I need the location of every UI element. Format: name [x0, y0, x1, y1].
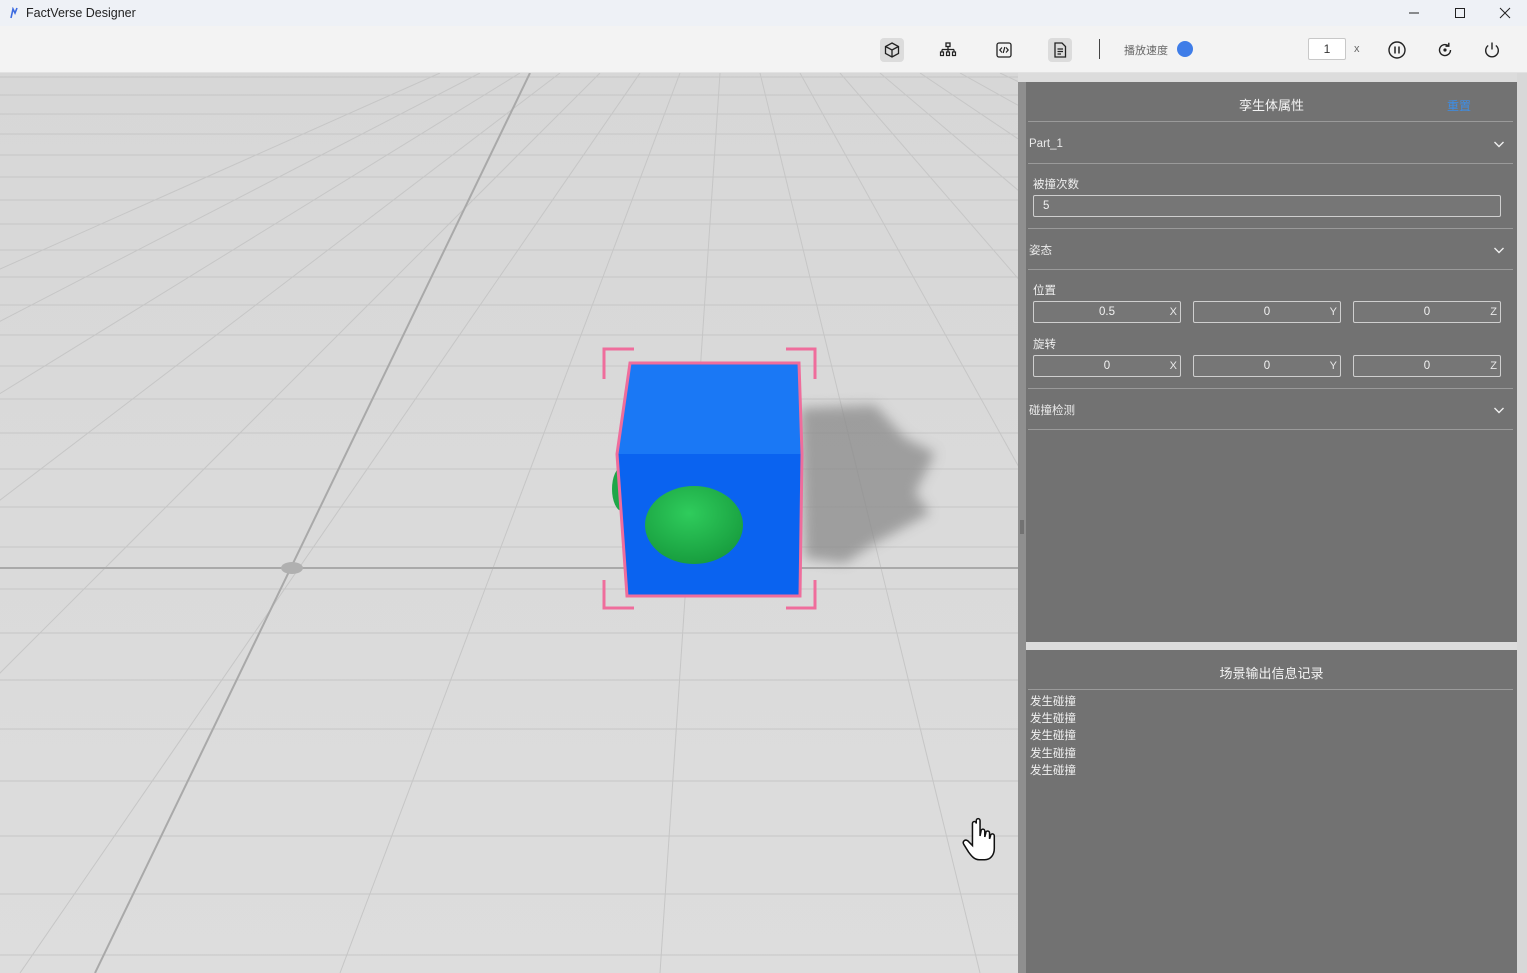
rotation-y-value: 0: [1263, 360, 1271, 372]
position-label: 位置: [1033, 285, 1056, 297]
pose-section-label: 姿态: [1029, 245, 1052, 257]
collision-section-header[interactable]: 碰撞检测: [1029, 391, 1513, 429]
model-view-button[interactable]: [880, 38, 904, 62]
chevron-down-icon: [1494, 141, 1504, 148]
log-entry: 发生碰撞: [1030, 696, 1076, 708]
cube-icon: [884, 42, 900, 58]
restart-button[interactable]: [1433, 38, 1457, 62]
hierarchy-icon: [939, 42, 957, 57]
minimize-icon: [1409, 12, 1419, 14]
minimize-button[interactable]: [1391, 0, 1437, 26]
part-section-header[interactable]: Part_1: [1029, 125, 1513, 163]
log-entry: 发生碰撞: [1030, 765, 1076, 777]
divider: [1028, 689, 1513, 690]
pose-section-header[interactable]: 姿态: [1029, 231, 1513, 269]
window-right-edge: [1517, 73, 1527, 973]
script-button[interactable]: [992, 38, 1016, 62]
grid-origin-marker: [281, 562, 303, 574]
position-y-field[interactable]: 0 Y: [1193, 301, 1341, 323]
divider: [1028, 388, 1513, 389]
title-bar: FactVerse Designer: [0, 0, 1527, 26]
rotation-z-field[interactable]: 0 Z: [1353, 355, 1501, 377]
code-icon: [996, 42, 1012, 58]
power-button[interactable]: [1480, 38, 1504, 62]
speed-label: 播放速度: [1124, 45, 1168, 57]
divider: [1028, 228, 1513, 229]
position-x-field[interactable]: 0.5 X: [1033, 301, 1181, 323]
chevron-down-icon: [1494, 407, 1504, 414]
position-y-value: 0: [1263, 306, 1271, 318]
divider: [1028, 269, 1513, 270]
axis-y-label: Y: [1329, 306, 1337, 318]
speed-input[interactable]: 1: [1308, 38, 1346, 60]
properties-panel-title: 孪生体属性: [1238, 98, 1304, 113]
log-panel: 场景输出信息记录 发生碰撞 发生碰撞 发生碰撞 发生碰撞 发生碰撞: [1026, 650, 1517, 973]
log-panel-title: 场景输出信息记录: [1219, 666, 1324, 681]
rotation-y-field[interactable]: 0 Y: [1193, 355, 1341, 377]
hit-count-field[interactable]: 5: [1033, 195, 1501, 217]
divider: [1028, 429, 1513, 430]
maximize-button[interactable]: [1437, 0, 1483, 26]
document-icon: [1054, 42, 1067, 58]
app-logo-icon: [8, 6, 20, 19]
hierarchy-button[interactable]: [936, 38, 960, 62]
position-x-value: 0.5: [1099, 306, 1115, 318]
axis-x-label: X: [1169, 306, 1177, 318]
hit-count-label: 被撞次数: [1033, 179, 1079, 191]
restart-icon: [1438, 42, 1452, 57]
collision-section-label: 碰撞检测: [1029, 405, 1075, 417]
axis-z-label: Z: [1490, 306, 1497, 318]
speed-slider-handle[interactable]: [1177, 41, 1193, 57]
pause-icon: [1388, 41, 1406, 59]
divider: [1028, 121, 1513, 122]
rotation-x-field[interactable]: 0 X: [1033, 355, 1181, 377]
divider: [1028, 163, 1513, 164]
green-sphere[interactable]: [645, 486, 743, 564]
log-entry: 发生碰撞: [1030, 713, 1076, 725]
axis-x-label: X: [1169, 360, 1177, 372]
position-z-value: 0: [1423, 306, 1431, 318]
rotation-x-value: 0: [1103, 360, 1111, 372]
toolbar-divider: [1099, 39, 1100, 59]
document-button[interactable]: [1048, 38, 1072, 62]
power-icon: [1485, 42, 1499, 58]
properties-panel: 孪生体属性 重置 Part_1 被撞次数 5 姿态 位置 0.5 X 0 Y 0…: [1026, 82, 1517, 642]
scene-canvas: [0, 73, 1018, 973]
chevron-down-icon: [1494, 247, 1504, 254]
panel-splitter[interactable]: [1018, 82, 1026, 973]
main-toolbar: 播放速度 1 x: [0, 26, 1527, 73]
log-entry: 发生碰撞: [1030, 748, 1076, 760]
scene-viewport[interactable]: [0, 73, 1018, 973]
pause-button[interactable]: [1385, 38, 1409, 62]
axis-z-label: Z: [1490, 360, 1497, 372]
window-title: FactVerse Designer: [26, 6, 136, 20]
panel-gap: [1026, 642, 1517, 650]
axis-y-label: Y: [1329, 360, 1337, 372]
rotation-label: 旋转: [1033, 339, 1056, 351]
reset-button[interactable]: 重置: [1447, 97, 1471, 114]
log-entry: 发生碰撞: [1030, 730, 1076, 742]
speed-unit: x: [1354, 43, 1360, 55]
splitter-grip-icon: [1020, 520, 1024, 534]
close-button[interactable]: [1482, 0, 1527, 26]
position-z-field[interactable]: 0 Z: [1353, 301, 1501, 323]
close-icon: [1499, 7, 1511, 19]
rotation-z-value: 0: [1423, 360, 1431, 372]
maximize-icon: [1455, 8, 1465, 18]
part-section-label: Part_1: [1029, 138, 1063, 150]
